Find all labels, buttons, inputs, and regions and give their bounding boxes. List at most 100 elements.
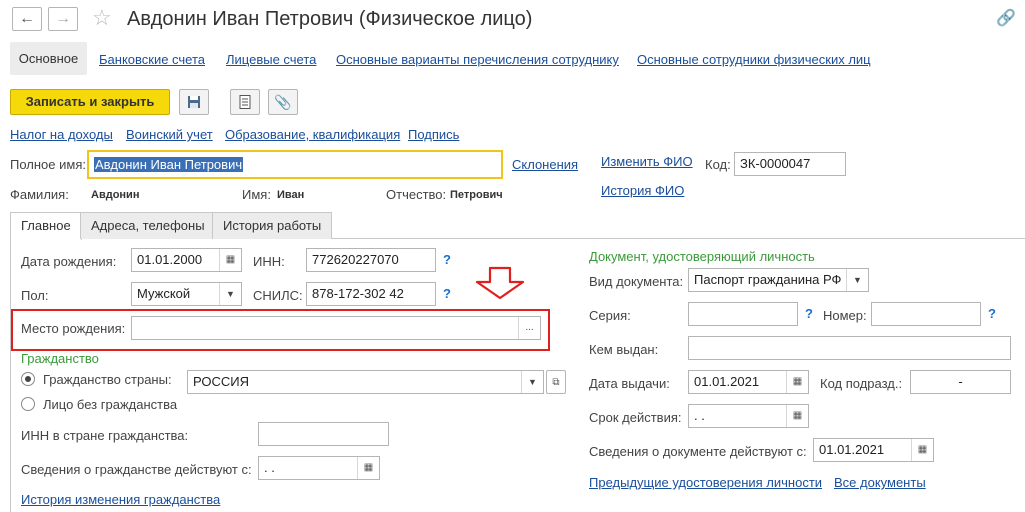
doc-type-value: Паспорт гражданина РФ <box>694 272 842 287</box>
declensions-link[interactable]: Склонения <box>512 157 578 172</box>
report-button[interactable] <box>230 89 260 115</box>
series-label: Серия: <box>589 308 631 323</box>
paperclip-icon: 📎 <box>274 93 292 110</box>
document-list-icon <box>239 95 251 109</box>
snils-input[interactable]: 878-172-302 42 <box>306 282 436 306</box>
citizen-country-value: РОССИЯ <box>193 374 250 389</box>
birthdate-input[interactable]: 01.01.2000 ▦ <box>131 248 242 272</box>
patronymic-label: Отчество: <box>386 187 447 202</box>
tab-bank-accounts[interactable]: Банковские счета <box>99 52 205 67</box>
inn-input[interactable]: 772620227070 <box>306 248 436 272</box>
name-value: Иван <box>277 189 305 201</box>
window-title: Авдонин Иван Петрович (Физическое лицо) <box>127 8 533 30</box>
inn-country-label: ИНН в стране гражданства: <box>21 428 189 443</box>
surname-value: Авдонин <box>91 189 140 201</box>
arrow-right-icon: → <box>55 10 71 27</box>
citizen-country-label: Гражданство страны: <box>43 372 172 387</box>
issued-by-label: Кем выдан: <box>589 342 659 357</box>
snils-label: СНИЛС: <box>253 288 303 303</box>
number-label: Номер: <box>823 308 867 323</box>
fullname-input[interactable]: Авдонин Иван Петрович <box>87 150 503 179</box>
issue-date-label: Дата выдачи: <box>589 376 670 391</box>
back-button[interactable]: ← <box>12 7 42 31</box>
gender-label: Пол: <box>21 288 49 303</box>
link-icon[interactable]: 🔗 <box>996 8 1016 28</box>
birthplace-label: Место рождения: <box>21 321 126 336</box>
division-input[interactable]: - <box>910 370 1011 394</box>
arrow-down-highlight-icon <box>475 266 525 300</box>
valid-from-label: Сведения о документе действуют с: <box>589 444 807 459</box>
valid-from-input[interactable]: 01.01.2021 ▦ <box>813 438 934 462</box>
doc-type-label: Вид документа: <box>589 274 684 289</box>
number-help-icon[interactable]: ? <box>988 306 996 321</box>
validity-label: Срок действия: <box>589 410 682 425</box>
tab-main[interactable]: Основное <box>10 42 87 75</box>
citizen-history-link[interactable]: История изменения гражданства <box>21 492 220 507</box>
calendar-icon[interactable]: ▦ <box>786 371 808 393</box>
series-input[interactable] <box>688 302 798 326</box>
doc-type-select[interactable]: Паспорт гражданина РФ ▼ <box>688 268 869 292</box>
number-input[interactable] <box>871 302 981 326</box>
validity-value: . . <box>694 408 705 423</box>
gender-select[interactable]: Мужской ▼ <box>131 282 242 306</box>
open-window-icon: ⧉ <box>552 376 560 388</box>
birthdate-value: 01.01.2000 <box>137 252 203 267</box>
stateless-label: Лицо без гражданства <box>43 397 178 412</box>
document-header: Документ, удостоверяющий личность <box>589 249 815 264</box>
all-docs-link[interactable]: Все документы <box>834 475 926 490</box>
chevron-down-icon[interactable]: ▼ <box>846 269 868 291</box>
birthdate-label: Дата рождения: <box>21 254 117 269</box>
citizen-country-radio[interactable] <box>21 372 35 386</box>
radio-selected-dot <box>25 376 31 382</box>
validity-input[interactable]: . . ▦ <box>688 404 809 428</box>
history-fio-link[interactable]: История ФИО <box>601 183 684 198</box>
citizen-since-input[interactable]: . . ▦ <box>258 456 380 480</box>
change-fio-link[interactable]: Изменить ФИО <box>601 154 693 169</box>
calendar-icon[interactable]: ▦ <box>357 457 379 479</box>
series-help-icon[interactable]: ? <box>805 306 813 321</box>
code-label: Код: <box>705 157 731 172</box>
floppy-icon <box>188 96 200 108</box>
snils-help-icon[interactable]: ? <box>443 286 451 301</box>
link-income-tax[interactable]: Налог на доходы <box>10 127 113 142</box>
link-education[interactable]: Образование, квалификация <box>225 127 400 142</box>
citizen-country-select[interactable]: РОССИЯ ▼ <box>187 370 544 394</box>
inn-label: ИНН: <box>253 254 285 269</box>
chevron-down-icon[interactable]: ▼ <box>219 283 241 305</box>
birthplace-input[interactable]: ... <box>131 316 541 340</box>
calendar-icon[interactable]: ▦ <box>219 249 241 271</box>
gender-value: Мужской <box>137 286 191 301</box>
stateless-radio[interactable] <box>21 397 35 411</box>
save-close-button[interactable]: Записать и закрыть <box>10 89 170 115</box>
issued-by-input[interactable] <box>688 336 1011 360</box>
attach-button[interactable]: 📎 <box>268 89 298 115</box>
link-signature[interactable]: Подпись <box>408 127 459 142</box>
inn-country-input[interactable] <box>258 422 389 446</box>
calendar-icon[interactable]: ▦ <box>786 405 808 427</box>
tab-personal-accounts[interactable]: Лицевые счета <box>226 52 316 67</box>
open-country-button[interactable]: ⧉ <box>546 370 566 394</box>
prev-docs-link[interactable]: Предыдущие удостоверения личности <box>589 475 822 490</box>
chevron-down-icon[interactable]: ▼ <box>521 371 543 393</box>
inn-help-icon[interactable]: ? <box>443 252 451 267</box>
surname-label: Фамилия: <box>10 187 69 202</box>
arrow-left-icon: ← <box>19 10 35 27</box>
tab-general[interactable]: Главное <box>10 212 82 240</box>
issue-date-value: 01.01.2021 <box>694 374 760 389</box>
link-military[interactable]: Воинский учет <box>126 127 213 142</box>
calendar-icon[interactable]: ▦ <box>911 439 933 461</box>
citizen-since-value: . . <box>264 460 275 475</box>
name-label: Имя: <box>242 187 271 202</box>
issue-date-input[interactable]: 01.01.2021 ▦ <box>688 370 809 394</box>
more-options-icon[interactable]: ... <box>518 317 540 339</box>
tab-payment-variants[interactable]: Основные варианты перечисления сотрудник… <box>336 52 619 67</box>
forward-button[interactable]: → <box>48 7 78 31</box>
save-button[interactable] <box>179 89 209 115</box>
citizenship-header: Гражданство <box>21 351 99 366</box>
tab-main-employees[interactable]: Основные сотрудники физических лиц <box>637 52 871 67</box>
tab-panel-border-left <box>10 239 11 512</box>
tab-addresses[interactable]: Адреса, телефоны <box>80 212 216 239</box>
tab-work-history[interactable]: История работы <box>212 212 333 239</box>
favorite-star-icon[interactable]: ☆ <box>92 5 112 31</box>
code-input[interactable]: ЗК-0000047 <box>734 152 846 176</box>
